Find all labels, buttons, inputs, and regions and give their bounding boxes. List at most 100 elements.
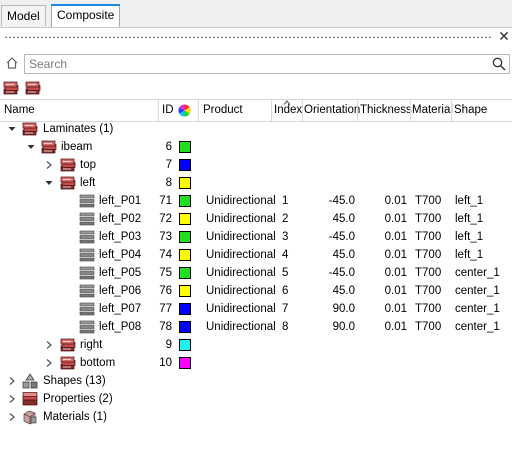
color-swatch[interactable]: [179, 213, 191, 225]
tree-row-ply[interactable]: left_P08 78 Unidirectional 8 90.0 0.01 T700 cen…: [0, 318, 512, 336]
material-value: T700: [415, 249, 442, 261]
material-value: T700: [415, 321, 442, 333]
color-swatch[interactable]: [179, 177, 191, 189]
color-swatch[interactable]: [179, 285, 191, 297]
ply-name: left_P05: [99, 267, 142, 279]
collapse-chevron-icon[interactable]: [8, 395, 16, 403]
tree-row-ibeam[interactable]: ibeam 6: [0, 138, 512, 156]
id-value: 9: [165, 339, 172, 351]
col-name[interactable]: Name: [4, 100, 35, 121]
expand-chevron-icon[interactable]: [45, 179, 53, 187]
id-value: 78: [159, 321, 172, 333]
tree-row-ply[interactable]: left_P06 76 Unidirectional 6 45.0 0.01 T700 cen…: [0, 282, 512, 300]
tree-label: left: [80, 177, 96, 189]
home-icon[interactable]: [5, 56, 19, 70]
id-value: 10: [159, 357, 172, 369]
id-value: 77: [159, 303, 172, 315]
col-orientation[interactable]: Orientation: [304, 100, 360, 121]
tree-row-right[interactable]: right 9: [0, 336, 512, 354]
id-value: 76: [159, 285, 172, 297]
ply-icon: [79, 247, 95, 263]
color-swatch[interactable]: [179, 357, 191, 369]
ply-icon: [79, 211, 95, 227]
material-value: T700: [415, 267, 442, 279]
color-swatch[interactable]: [179, 267, 191, 279]
shapes-icon: [22, 373, 38, 389]
color-swatch[interactable]: [179, 195, 191, 207]
color-swatch[interactable]: [179, 231, 191, 243]
tree-row-shapes[interactable]: Shapes (13): [0, 372, 512, 390]
tree-row-ply[interactable]: left_P02 72 Unidirectional 2 45.0 0.01 T700 lef…: [0, 210, 512, 228]
ply-name: left_P08: [99, 321, 142, 333]
search-input[interactable]: [25, 55, 469, 72]
tree-label: right: [80, 339, 103, 351]
tree-row-ply[interactable]: left_P03 73 Unidirectional 3 -45.0 0.01 T700 le…: [0, 228, 512, 246]
col-shape[interactable]: Shape: [454, 100, 487, 121]
search-box: [24, 54, 510, 74]
tree-row-ply[interactable]: left_P04 74 Unidirectional 4 45.0 0.01 T700 lef…: [0, 246, 512, 264]
color-swatch[interactable]: [179, 321, 191, 333]
search-icon[interactable]: [492, 57, 506, 71]
ply-name: left_P07: [99, 303, 142, 315]
tree-row-laminates[interactable]: Laminates (1): [0, 120, 512, 138]
tree-label: top: [80, 159, 96, 171]
thickness-value: 0.01: [384, 231, 407, 243]
tree-row-bottom[interactable]: bottom 10: [0, 354, 512, 372]
product-value: Unidirectional: [206, 231, 276, 243]
collapse-chevron-icon[interactable]: [45, 359, 53, 367]
orientation-value: 45.0: [332, 285, 355, 297]
tree-row-left[interactable]: left 8: [0, 174, 512, 192]
materials-icon: [23, 410, 37, 425]
tab-composite[interactable]: Composite: [51, 4, 121, 27]
panel-grip[interactable]: [4, 36, 492, 38]
orientation-value: 90.0: [332, 303, 355, 315]
tree-row-ply[interactable]: left_P01 71 Unidirectional 1 -45.0 0.01 T700 le…: [0, 192, 512, 210]
col-thickness[interactable]: Thickness: [360, 100, 412, 121]
collapse-chevron-icon[interactable]: [45, 341, 53, 349]
id-value: 8: [165, 177, 172, 189]
tree-row-top[interactable]: top 7: [0, 156, 512, 174]
tree-label: Laminates (1): [43, 123, 114, 135]
thickness-value: 0.01: [384, 285, 407, 297]
ply-icon: [79, 265, 95, 281]
index-value: 1: [282, 195, 289, 207]
tree-label: Properties (2): [43, 393, 113, 405]
color-swatch[interactable]: [179, 339, 191, 351]
thickness-value: 0.01: [384, 303, 407, 315]
tree-row-properties[interactable]: Properties (2): [0, 390, 512, 408]
collapse-chevron-icon[interactable]: [8, 413, 16, 421]
expand-chevron-icon[interactable]: [27, 143, 35, 151]
tree-row-materials[interactable]: Materials (1): [0, 408, 512, 426]
sublaminate-icon: [60, 355, 76, 371]
product-value: Unidirectional: [206, 195, 276, 207]
tab-model[interactable]: Model: [1, 5, 46, 26]
create-laminate-icon[interactable]: [3, 80, 19, 96]
collapse-chevron-icon[interactable]: [8, 377, 16, 385]
product-value: Unidirectional: [206, 285, 276, 297]
color-swatch[interactable]: [179, 159, 191, 171]
shape-value: left_1: [455, 195, 484, 207]
expand-chevron-icon[interactable]: [8, 125, 16, 133]
col-product[interactable]: Product: [203, 100, 243, 121]
tree-label: Materials (1): [43, 411, 107, 423]
tree-row-ply[interactable]: left_P07 77 Unidirectional 7 90.0 0.01 T700 cen…: [0, 300, 512, 318]
index-value: 8: [282, 321, 289, 333]
close-icon[interactable]: ✕: [497, 28, 511, 44]
color-swatch[interactable]: [179, 141, 191, 153]
laminate-folder-icon: [22, 121, 38, 137]
ply-name: left_P03: [99, 231, 142, 243]
col-material[interactable]: Material: [412, 100, 453, 121]
material-value: T700: [415, 213, 442, 225]
tree-row-ply[interactable]: left_P05 75 Unidirectional 5 -45.0 0.01 T700 ce…: [0, 264, 512, 282]
collapse-chevron-icon[interactable]: [45, 161, 53, 169]
color-wheel-icon[interactable]: [178, 104, 191, 117]
color-swatch[interactable]: [179, 249, 191, 261]
col-id[interactable]: ID: [162, 100, 174, 121]
ply-icon: [79, 301, 95, 317]
material-value: T700: [415, 303, 442, 315]
index-value: 5: [282, 267, 289, 279]
ply-name: left_P04: [99, 249, 142, 261]
create-sublaminate-icon[interactable]: [25, 80, 41, 96]
color-swatch[interactable]: [179, 303, 191, 315]
ply-name: left_P06: [99, 285, 142, 297]
